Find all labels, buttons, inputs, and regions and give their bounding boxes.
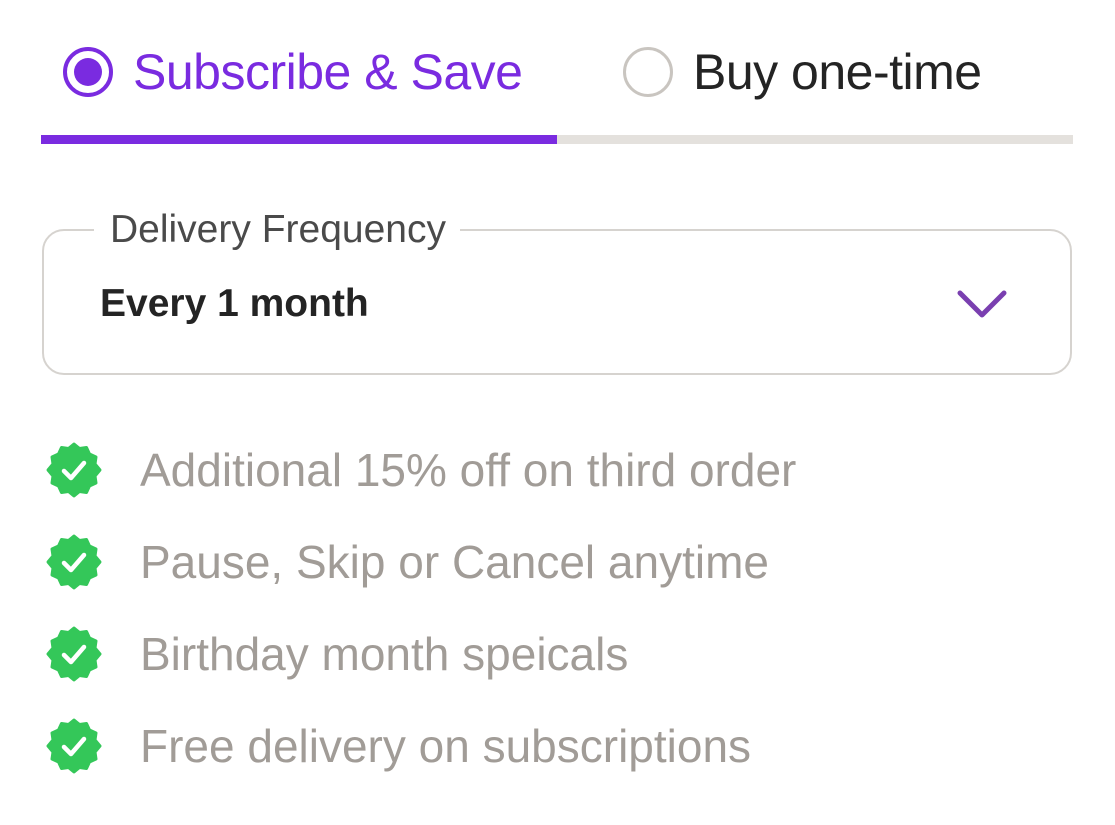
benefit-text: Pause, Skip or Cancel anytime bbox=[140, 536, 769, 588]
purchase-option-tabs: Subscribe & Save Buy one-time bbox=[41, 0, 1073, 145]
benefit-text: Birthday month speicals bbox=[140, 628, 629, 680]
benefit-text: Additional 15% off on third order bbox=[140, 444, 797, 496]
check-badge-icon bbox=[46, 442, 102, 498]
benefit-item: Birthday month speicals bbox=[46, 608, 1046, 700]
tab-active-indicator bbox=[41, 135, 557, 144]
one-time-label: Buy one-time bbox=[693, 43, 982, 100]
benefit-text: Free delivery on subscriptions bbox=[140, 720, 752, 772]
check-badge-icon bbox=[46, 718, 102, 774]
benefit-item: Additional 15% off on third order bbox=[46, 424, 1046, 516]
delivery-frequency-label: Delivery Frequency bbox=[94, 203, 460, 257]
subscription-benefits-list: Additional 15% off on third order Pause,… bbox=[46, 424, 1046, 792]
check-badge-icon bbox=[46, 534, 102, 590]
tab-subscribe-and-save[interactable]: Subscribe & Save bbox=[41, 0, 557, 145]
one-time-radio[interactable] bbox=[623, 46, 673, 97]
delivery-frequency-value: Every 1 month bbox=[100, 282, 369, 325]
benefit-item: Pause, Skip or Cancel anytime bbox=[46, 516, 1046, 608]
subscribe-label: Subscribe & Save bbox=[133, 43, 523, 100]
benefit-item: Free delivery on subscriptions bbox=[46, 700, 1046, 792]
radio-selected-dot bbox=[74, 57, 102, 86]
tab-buy-one-time[interactable]: Buy one-time bbox=[557, 0, 1073, 145]
tab-underline-track bbox=[41, 135, 1073, 144]
delivery-frequency-select[interactable]: Delivery Frequency Every 1 month bbox=[42, 203, 1072, 375]
chevron-down-icon[interactable] bbox=[954, 285, 1010, 321]
check-badge-icon bbox=[46, 626, 102, 682]
subscribe-radio[interactable] bbox=[63, 46, 113, 97]
